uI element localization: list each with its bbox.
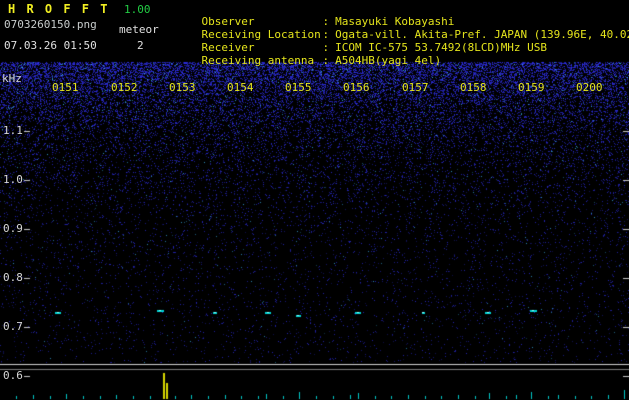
y-tick-label: 0.9 [3, 222, 23, 235]
x-tick-label: 0158 [460, 81, 487, 94]
output-filename: 0703260150.png [4, 18, 97, 31]
hrofft-output-image: H R O F F T 1.00 0703260150.png meteor 0… [0, 0, 629, 400]
station-info-row: Receiving antenna: A504HB(yagi 4el) [175, 43, 442, 79]
x-tick-label: 0200 [576, 81, 603, 94]
y-tick-label: 1.1 [3, 124, 23, 137]
y-tick-label: 0.7 [3, 320, 23, 333]
timestamp-label: 07.03.26 01:50 [4, 39, 97, 52]
mode-label: meteor [119, 23, 159, 36]
y-axis-unit: kHz [2, 72, 22, 85]
x-tick-label: 0154 [227, 81, 254, 94]
meteor-count: 2 [137, 39, 144, 52]
x-tick-label: 0156 [343, 81, 370, 94]
y-tick-label: 0.6 [3, 369, 23, 382]
station-label: Receiving antenna [201, 54, 315, 67]
station-colon: : [322, 54, 330, 67]
y-tick-label: 1.0 [3, 173, 23, 186]
x-tick-label: 0153 [169, 81, 196, 94]
x-tick-label: 0159 [518, 81, 545, 94]
y-tick-label: 0.8 [3, 271, 23, 284]
x-tick-label: 0151 [52, 81, 79, 94]
app-version: 1.00 [124, 3, 151, 16]
x-tick-label: 0152 [111, 81, 138, 94]
app-title: H R O F F T [8, 2, 110, 16]
x-tick-label: 0155 [285, 81, 312, 94]
x-tick-label: 0157 [402, 81, 429, 94]
station-value: A504HB(yagi 4el) [335, 54, 442, 67]
